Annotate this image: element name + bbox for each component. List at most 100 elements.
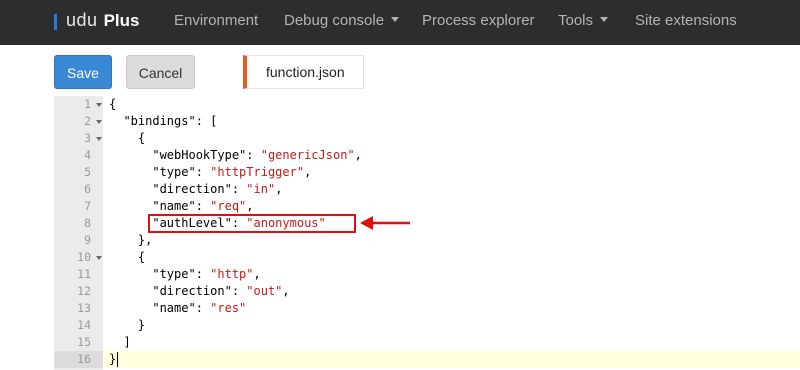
code-text: "type": "httpTrigger", [109,164,311,181]
line-number: 14 [77,318,91,332]
logo-accent-bar [54,14,57,30]
fold-arrow-icon[interactable] [96,120,102,124]
code-editor[interactable]: 1{2 "bindings": [3 {4 "webHookType": "ge… [54,96,800,370]
line-number-cell: 5 [54,164,103,181]
line-number: 2 [84,114,91,128]
code-text: "name": "res" [109,300,246,317]
line-number-cell: 9 [54,232,103,249]
code-text: { [109,130,145,147]
line-number: 11 [77,267,91,281]
line-number-cell: 6 [54,181,103,198]
line-number: 10 [77,250,91,264]
nav-site-extensions[interactable]: Site extensions [635,12,737,29]
line-number-cell: 7 [54,198,103,215]
string-token: "res" [210,301,247,315]
fold-arrow-icon[interactable] [96,103,102,107]
code-line[interactable]: 15 ] [54,334,800,351]
line-number: 1 [84,97,91,111]
line-number-cell: 1 [54,96,103,113]
line-number: 12 [77,284,91,298]
code-token: "direction": [109,182,247,196]
code-line[interactable]: 3 { [54,130,800,147]
code-line[interactable]: 13 "name": "res" [54,300,800,317]
fold-arrow-icon[interactable] [96,137,102,141]
top-navbar: Kudu Plus Environment Debug console Proce… [0,0,800,45]
code-text: }, [109,232,152,249]
save-button[interactable]: Save [54,55,112,89]
file-tab-function-json[interactable]: function.json [243,55,364,89]
code-line[interactable]: 16} [54,351,800,368]
line-number-cell: 2 [54,113,103,130]
line-number: 16 [77,352,91,366]
line-number-cell: 8 [54,215,103,232]
code-line[interactable]: 10 { [54,249,800,266]
code-text: "webHookType": "genericJson", [109,147,362,164]
auth-level-highlight-box [148,214,356,233]
left-arrow-icon [360,216,410,230]
code-line[interactable]: 7 "name": "req", [54,198,800,215]
line-number: 4 [84,148,91,162]
code-token: } [109,318,146,332]
line-number-cell: 11 [54,266,103,283]
nav-environment-label: Environment [174,12,259,29]
nav-environment[interactable]: Environment [174,12,258,29]
string-token: "out" [246,284,283,298]
code-text: "direction": "in", [109,181,282,198]
code-text: "name": "req", [109,198,253,215]
line-number-cell: 12 [54,283,103,300]
fold-arrow-icon[interactable] [96,256,102,260]
code-line[interactable]: 2 "bindings": [ [54,113,800,130]
code-token: "type": [109,267,211,281]
code-token: } [109,352,117,366]
nav-tools[interactable]: Tools [558,12,609,29]
cancel-button[interactable]: Cancel [126,55,195,89]
code-line[interactable]: 12 "direction": "out", [54,283,800,300]
nav-site-extensions-label: Site extensions [635,12,737,29]
code-text: } [109,317,145,334]
line-number: 15 [77,335,91,349]
line-number: 13 [77,301,91,315]
text-cursor [117,352,119,367]
string-token: "http" [210,267,254,281]
line-number-cell: 3 [54,130,103,147]
line-number-cell: 4 [54,147,103,164]
code-token: { [109,131,146,145]
nav-process-explorer-label: Process explorer [422,12,535,29]
nav-debug-console-label: Debug console [284,12,385,29]
nav-debug-console[interactable]: Debug console [284,12,400,29]
code-line[interactable]: 1{ [54,96,800,113]
code-token: "name": [109,301,211,315]
code-text: "bindings": [ [109,113,217,130]
code-line[interactable]: 4 "webHookType": "genericJson", [54,147,800,164]
line-number: 8 [84,216,91,230]
code-token: , [304,165,312,179]
brand-plus: Plus [103,11,140,30]
code-token: "name": [109,199,211,213]
line-number-cell: 13 [54,300,103,317]
code-token: { [109,250,146,264]
code-token: , [275,182,283,196]
kudu-plus-logo[interactable]: Kudu Plus [54,10,139,34]
code-line[interactable]: 5 "type": "httpTrigger", [54,164,800,181]
code-text: { [109,249,145,266]
code-token: "direction": [109,284,247,298]
nav-process-explorer[interactable]: Process explorer [422,12,535,29]
code-line[interactable]: 14 } [54,317,800,334]
code-token: "webHookType": [109,148,261,162]
code-line[interactable]: 6 "direction": "in", [54,181,800,198]
code-text: "type": "http", [109,266,261,283]
code-line[interactable]: 9 }, [54,232,800,249]
code-token: , [282,284,290,298]
code-line[interactable]: 11 "type": "http", [54,266,800,283]
line-number-cell: 10 [54,249,103,266]
line-number-cell: 14 [54,317,103,334]
line-number: 3 [84,131,91,145]
code-token: "type": [109,165,211,179]
code-token: , [253,267,261,281]
line-number: 9 [84,233,91,247]
line-number: 7 [84,199,91,213]
code-token: { [109,97,117,111]
line-number-cell: 16 [54,351,103,368]
code-text: { [109,96,116,113]
line-number: 5 [84,165,91,179]
